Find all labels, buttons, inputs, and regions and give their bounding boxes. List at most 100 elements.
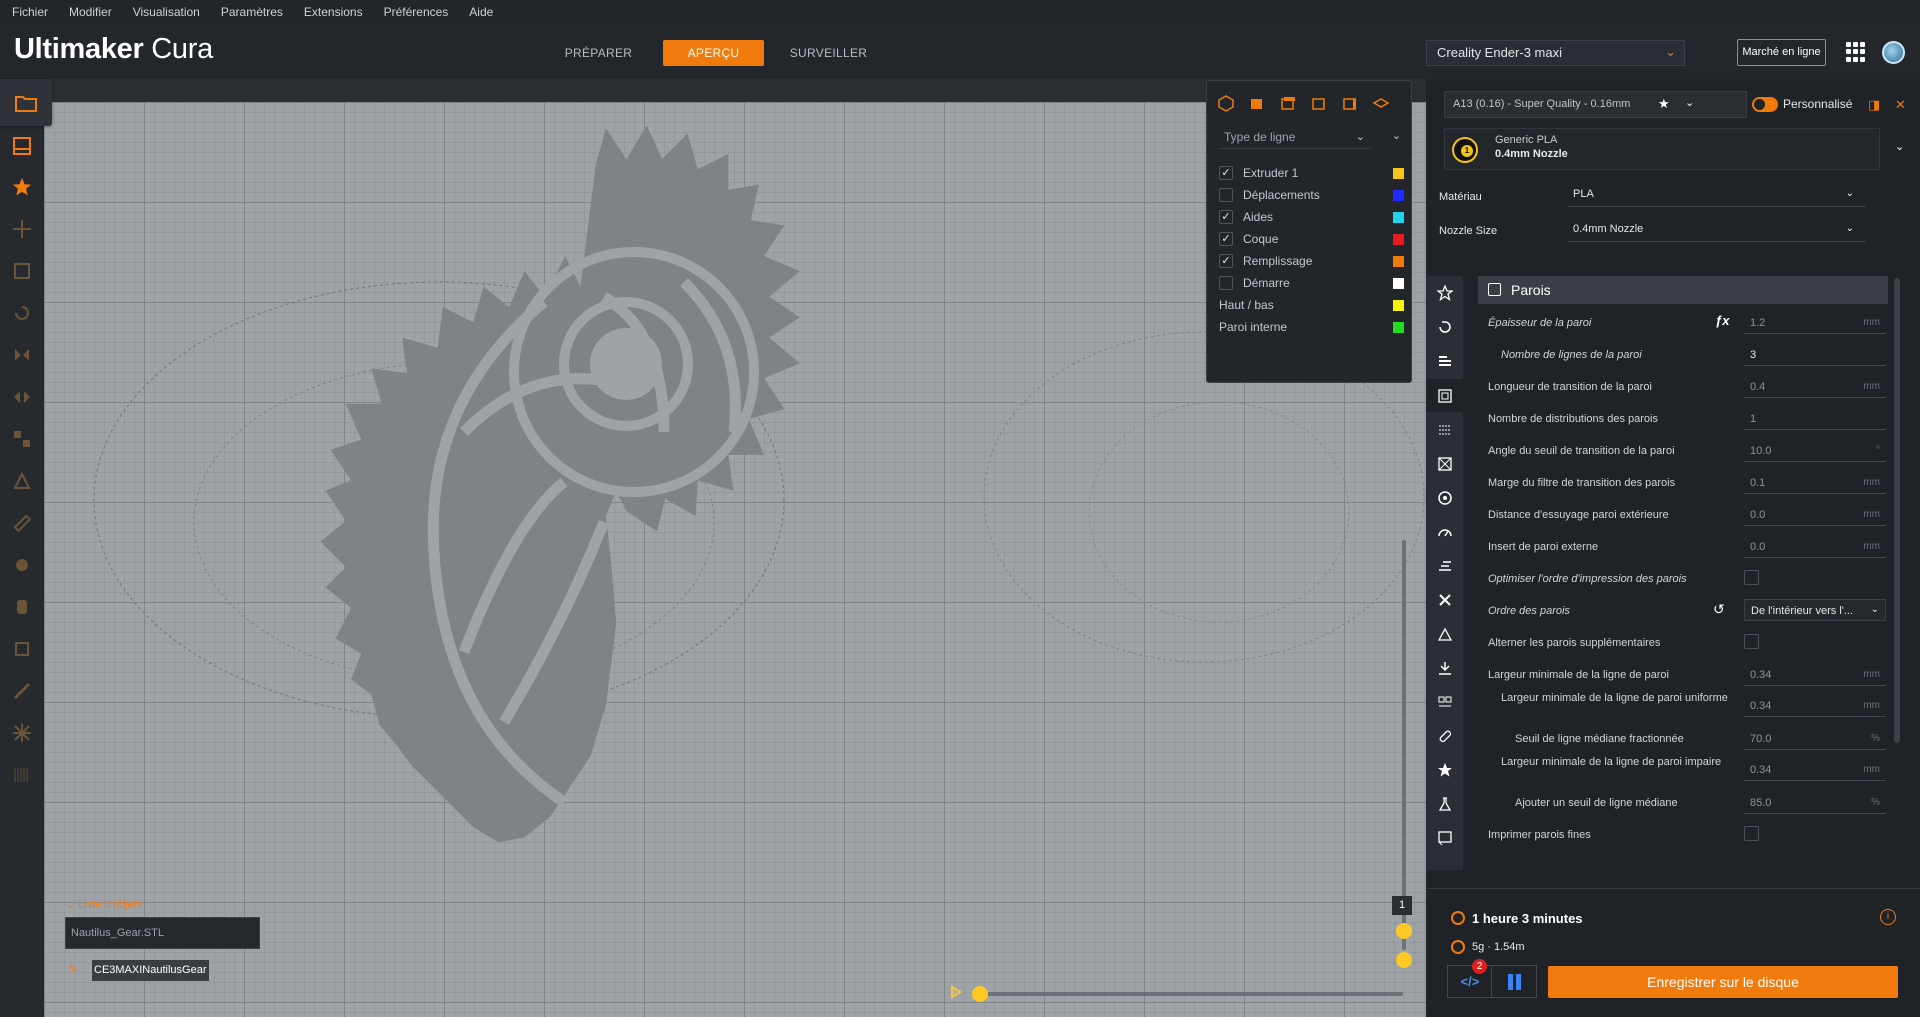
- support-blocker-icon[interactable]: [0, 458, 44, 504]
- view-top-icon[interactable]: [1279, 94, 1297, 112]
- setting-input[interactable]: 0.34 mm: [1744, 664, 1886, 686]
- setting-input[interactable]: 0.4 mm: [1744, 376, 1886, 398]
- setting-checkbox[interactable]: [1744, 570, 1759, 585]
- speed-icon[interactable]: [1427, 515, 1463, 548]
- legend-item-remplissage[interactable]: ✓ Remplissage: [1219, 252, 1404, 270]
- adhesion-icon[interactable]: [1427, 651, 1463, 684]
- per-model-settings-icon[interactable]: [0, 374, 44, 420]
- menu-visualisation[interactable]: Visualisation: [121, 0, 209, 25]
- setting-checkbox[interactable]: [1744, 826, 1759, 841]
- tab-apercu[interactable]: APERÇU: [663, 40, 764, 66]
- object-list-toggle[interactable]: ⌄ Liste d'objets: [66, 898, 142, 911]
- line-type-dropdown[interactable]: Type de ligne ⌄: [1219, 127, 1371, 149]
- setting-input[interactable]: 70.0%: [1744, 728, 1886, 750]
- object-list-item[interactable]: Nautilus_Gear.STL: [65, 917, 260, 949]
- view-right-icon[interactable]: [1341, 94, 1359, 112]
- mirror-icon[interactable]: [0, 332, 44, 378]
- legend-item-aides[interactable]: ✓ Aides: [1219, 208, 1404, 226]
- open-file-button[interactable]: [0, 79, 52, 126]
- experimental-icon[interactable]: [1427, 787, 1463, 820]
- layer-slider-lower-handle[interactable]: [1396, 952, 1412, 968]
- pause-button[interactable]: [1491, 965, 1537, 998]
- legend-collapse-icon[interactable]: ⌄: [1392, 129, 1401, 142]
- info-icon[interactable]: i: [1880, 909, 1896, 925]
- rotate-icon[interactable]: [0, 290, 44, 336]
- menu-preferences[interactable]: Préférences: [372, 0, 458, 25]
- menu-parametres[interactable]: Paramètres: [209, 0, 292, 25]
- tools-icon[interactable]: [0, 668, 44, 714]
- custom-mode-toggle[interactable]: [1752, 97, 1778, 112]
- reset-icon[interactable]: [1427, 310, 1463, 343]
- checkbox[interactable]: [1219, 276, 1233, 290]
- profile-selector[interactable]: A13 (0.16) - Super Quality - 0.16mm ★ ⌄: [1444, 91, 1747, 118]
- star-icon[interactable]: [0, 164, 44, 210]
- setting-input[interactable]: 0.0 mm: [1744, 504, 1886, 526]
- menu-extensions[interactable]: Extensions: [292, 0, 372, 25]
- view-front-icon[interactable]: [1248, 94, 1266, 112]
- setting-input[interactable]: 0.34 mm: [1744, 759, 1886, 781]
- checkbox[interactable]: [1219, 188, 1233, 202]
- star-icon[interactable]: [1427, 276, 1463, 309]
- move-icon[interactable]: [0, 206, 44, 252]
- printer-selector[interactable]: Creality Ender-3 maxi ⌄: [1426, 40, 1685, 66]
- setting-input[interactable]: 1.2 mm: [1744, 312, 1886, 334]
- setting-input[interactable]: 3: [1744, 344, 1886, 366]
- marketplace-button[interactable]: Marché en ligne: [1737, 39, 1826, 66]
- legend-item-extruder[interactable]: ✓ Extruder 1: [1219, 164, 1404, 182]
- section-parois[interactable]: Parois: [1478, 276, 1888, 304]
- material-dropdown[interactable]: PLA ⌄: [1568, 183, 1866, 207]
- checkbox-checked[interactable]: ✓: [1219, 254, 1233, 268]
- setting-input[interactable]: 0.0 mm: [1744, 536, 1886, 558]
- menu-modifier[interactable]: Modifier: [57, 0, 121, 25]
- tab-preparer[interactable]: PRÉPARER: [548, 40, 649, 66]
- legend-item-deplacements[interactable]: Déplacements: [1219, 186, 1404, 204]
- walls-icon[interactable]: [1427, 379, 1463, 412]
- close-icon[interactable]: ✕: [1895, 97, 1906, 113]
- paint-icon[interactable]: [0, 542, 44, 588]
- path-slider-track[interactable]: [975, 992, 1403, 996]
- job-name-field[interactable]: CE3MAXINautilusGear: [92, 960, 209, 981]
- more-settings-icon[interactable]: [1427, 821, 1463, 854]
- legend-item-demarre[interactable]: Démarre: [1219, 274, 1404, 292]
- play-icon[interactable]: [951, 985, 962, 999]
- setting-input[interactable]: 1: [1744, 408, 1886, 430]
- special-modes-icon[interactable]: [1427, 753, 1463, 786]
- save-to-disk-button[interactable]: Enregistrer sur le disque: [1548, 966, 1898, 998]
- cylinder-icon[interactable]: [0, 584, 44, 630]
- tab-surveiller[interactable]: SURVEILLER: [778, 40, 879, 66]
- star-icon[interactable]: ★: [1658, 96, 1670, 112]
- top-bottom-icon[interactable]: [1427, 413, 1463, 446]
- layer-slider-upper-handle[interactable]: [1396, 923, 1412, 939]
- view-3d-icon[interactable]: [1217, 94, 1235, 112]
- function-icon[interactable]: ƒx: [1715, 313, 1729, 328]
- travel-icon[interactable]: [1427, 549, 1463, 582]
- setting-input[interactable]: 0.34 mm: [1744, 695, 1886, 717]
- checkbox-checked[interactable]: ✓: [1219, 232, 1233, 246]
- restore-icon[interactable]: ◨: [1868, 97, 1880, 113]
- pencil-icon[interactable]: ✎: [68, 962, 78, 976]
- dual-extrusion-icon[interactable]: [1427, 685, 1463, 718]
- support-icon[interactable]: [1427, 617, 1463, 650]
- cube-icon[interactable]: [0, 626, 44, 672]
- layer-view-icon[interactable]: [1372, 94, 1390, 112]
- barcode-icon[interactable]: [0, 752, 44, 798]
- apps-grid-icon[interactable]: [1846, 42, 1866, 62]
- setting-dropdown[interactable]: De l'intérieur vers l'... ⌄: [1744, 599, 1886, 621]
- starburst-icon[interactable]: [0, 710, 44, 756]
- setting-checkbox[interactable]: [1744, 634, 1759, 649]
- cooling-icon[interactable]: [1427, 583, 1463, 616]
- nozzle-dropdown[interactable]: 0.4mm Nozzle ⌄: [1568, 218, 1866, 242]
- checkbox-checked[interactable]: ✓: [1219, 210, 1233, 224]
- account-avatar[interactable]: [1882, 41, 1905, 64]
- arrange-icon[interactable]: [0, 416, 44, 462]
- layer-slider-track[interactable]: [1402, 540, 1406, 950]
- menu-fichier[interactable]: Fichier: [0, 0, 57, 25]
- material-icon[interactable]: [1427, 481, 1463, 514]
- chevron-down-icon[interactable]: ⌄: [1895, 140, 1904, 153]
- reset-icon[interactable]: ↺: [1713, 601, 1725, 618]
- view-left-icon[interactable]: [1310, 94, 1328, 112]
- infill-icon[interactable]: [1427, 447, 1463, 480]
- path-slider-handle[interactable]: [972, 986, 988, 1002]
- ruler-icon[interactable]: [0, 500, 44, 546]
- menu-aide[interactable]: Aide: [457, 0, 502, 25]
